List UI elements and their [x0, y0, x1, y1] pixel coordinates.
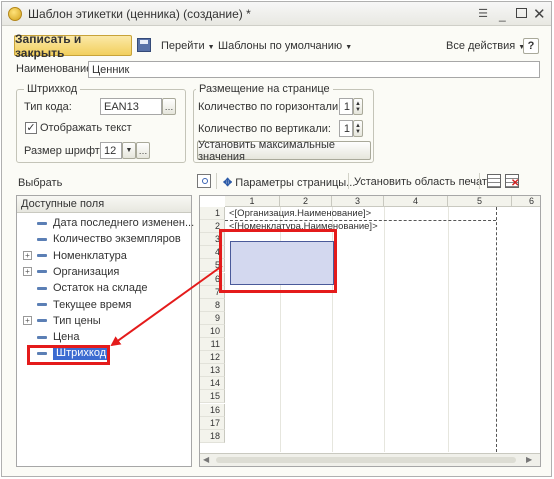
- annotation-arrow: [110, 265, 223, 347]
- window: Шаблон этикетки (ценника) (создание) * ☰…: [1, 1, 552, 477]
